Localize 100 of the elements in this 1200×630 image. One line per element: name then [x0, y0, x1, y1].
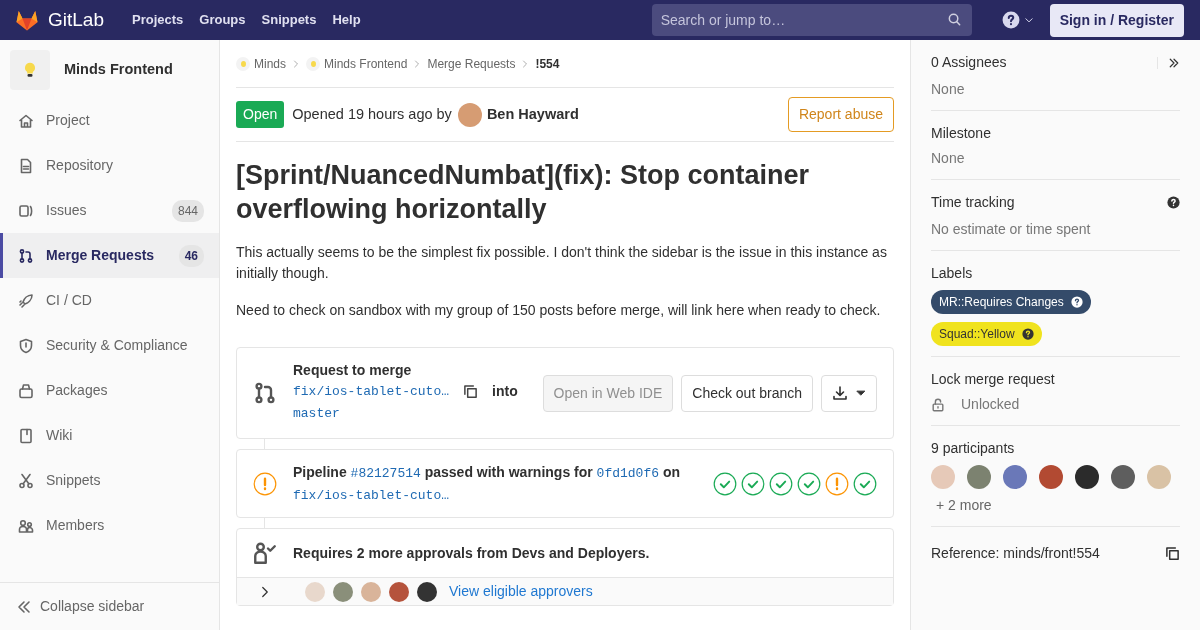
success-status-icon — [769, 471, 793, 496]
help-icon — [1070, 296, 1083, 308]
author-avatar — [457, 102, 482, 127]
sidebar-item[interactable]: Snippets — [0, 458, 219, 503]
commit-link[interactable]: 0fd1d0f6 — [596, 466, 660, 481]
double-chevron-left-icon — [16, 598, 32, 615]
into-text: into — [492, 382, 518, 401]
sidebar-item[interactable]: Repository — [0, 143, 219, 188]
sidebar-item[interactable]: Project — [0, 98, 219, 143]
help-dropdown[interactable] — [1001, 11, 1034, 29]
breadcrumb-link[interactable]: Minds — [254, 54, 286, 73]
lock-value: Unlocked — [961, 395, 1020, 414]
time-tracking-title: Time tracking — [931, 193, 1015, 212]
view-approvers-link[interactable]: View eligible approvers — [449, 581, 593, 602]
author-link[interactable]: Ben Hayward — [486, 103, 579, 126]
breadcrumb-link[interactable]: Merge Requests — [427, 54, 516, 73]
shield-icon — [18, 337, 34, 354]
chevron-right-icon — [259, 585, 271, 598]
success-status-icon — [741, 471, 765, 496]
sidebar-item[interactable]: CI / CD — [0, 278, 219, 323]
sidebar-item[interactable]: Security & Compliance — [0, 323, 219, 368]
description-paragraph: This actually seems to be the simplest fix possible. I don't think the sidebar is the issue in this instance as initially though. — [236, 243, 888, 283]
more-participants-link[interactable]: + 2 more — [936, 495, 992, 516]
document-icon — [18, 157, 34, 174]
branch-link[interactable]: fix/ios-tablet-cuto… — [293, 487, 450, 503]
help-icon — [1001, 11, 1020, 29]
merge-request-title: [Sprint/NuancedNumbat](fix): Stop container overflowing horizontally — [236, 159, 810, 226]
nav-link[interactable]: Groups — [191, 10, 254, 30]
reference-text: Reference: minds/front!554 — [931, 544, 1100, 563]
opened-text: Opened 19 hours ago by — [292, 104, 452, 124]
chevron-right-icon — [413, 59, 422, 68]
description-paragraph: Need to check on sandbox with my group of 150 posts before merge, will link here when ready to check. — [236, 301, 882, 320]
participants-title: 9 participants — [931, 439, 1015, 458]
sidebar-item[interactable]: Wiki — [0, 413, 219, 458]
label-tag[interactable]: Squad::Yellow — [931, 322, 1042, 346]
breadcrumb-current: !554 — [535, 55, 560, 73]
milestone-value: None — [931, 149, 966, 168]
project-name: Minds Frontend — [64, 60, 173, 80]
caret-down-icon — [856, 388, 866, 398]
milestone-title: Milestone — [931, 124, 991, 143]
unlocked-icon — [931, 396, 945, 413]
download-icon — [832, 385, 848, 401]
warning-status-icon — [825, 471, 849, 496]
widget-heading: Request to merge — [293, 361, 413, 380]
success-status-icon — [797, 471, 821, 496]
assignees-title: 0 Assignees — [931, 53, 1007, 72]
download-dropdown[interactable] — [821, 374, 877, 412]
time-tracking-value: No estimate or time spent — [931, 220, 1092, 239]
lock-title: Lock merge request — [931, 370, 1055, 389]
pipeline-link[interactable]: #82127514 — [350, 466, 421, 481]
bag-icon — [18, 382, 34, 399]
issues-icon — [18, 202, 34, 219]
approval-user-icon — [253, 541, 277, 565]
home-icon — [18, 112, 34, 129]
group-avatar-icon — [236, 56, 250, 71]
chevron-down-icon — [1023, 15, 1034, 25]
count-badge: 844 — [171, 199, 204, 222]
search-icon — [946, 12, 962, 27]
book-icon — [18, 427, 34, 444]
participant-avatar[interactable] — [1111, 465, 1135, 489]
label-tag[interactable]: MR::Requires Changes — [931, 290, 1091, 314]
merge-icon — [18, 247, 34, 264]
nav-link[interactable]: Help — [324, 10, 369, 30]
copy-icon — [1165, 546, 1180, 561]
collapse-sidebar-button[interactable]: Collapse sidebar — [0, 582, 219, 630]
pipeline-status-text: Pipeline #82127514 passed with warnings for 0fd1d0f6 on — [293, 463, 682, 483]
sidebar-item[interactable]: Packages — [0, 368, 219, 413]
users-icon — [18, 517, 34, 534]
report-abuse-button[interactable]: Report abuse — [787, 97, 894, 132]
chevron-right-icon — [521, 59, 530, 68]
status-badge: Open — [236, 101, 285, 128]
assignees-value: None — [931, 80, 966, 99]
help-icon — [1167, 196, 1180, 209]
widget-button[interactable]: Check out branch — [681, 374, 813, 412]
chevron-right-icon — [292, 59, 300, 68]
rocket-icon — [18, 292, 34, 309]
breadcrumb-link[interactable]: Minds Frontend — [324, 54, 408, 73]
branch-link[interactable]: master — [293, 406, 340, 421]
scissors-icon — [18, 472, 34, 489]
success-status-icon — [853, 471, 877, 496]
branch-link[interactable]: fix/ios-tablet-cuto… — [293, 381, 450, 402]
help-icon — [1021, 328, 1034, 340]
approvals-text: Requires 2 more approvals from Devs and Deployers. — [293, 543, 650, 563]
double-chevron-right-icon — [1168, 56, 1180, 69]
copy-icon — [463, 384, 479, 399]
participant-avatar[interactable] — [1075, 465, 1099, 489]
merge-icon — [253, 381, 277, 405]
count-badge: 46 — [178, 244, 204, 267]
sign-in-button[interactable]: Sign in / Register — [1049, 3, 1184, 37]
nav-link[interactable]: Snippets — [253, 10, 325, 30]
brand-name: GitLab — [48, 7, 104, 32]
group-avatar-icon — [306, 56, 320, 71]
success-status-icon — [713, 471, 737, 496]
sidebar-item[interactable]: Issues 844 — [0, 188, 219, 233]
labels-title: Labels — [931, 264, 973, 283]
sidebar-item[interactable]: Merge Requests 46 — [0, 233, 219, 278]
sidebar-item[interactable]: Members — [0, 503, 219, 548]
search-field[interactable]: Search or jump to… — [651, 4, 972, 36]
pipeline-warning-icon — [253, 471, 277, 496]
nav-link[interactable]: Projects — [124, 10, 192, 30]
